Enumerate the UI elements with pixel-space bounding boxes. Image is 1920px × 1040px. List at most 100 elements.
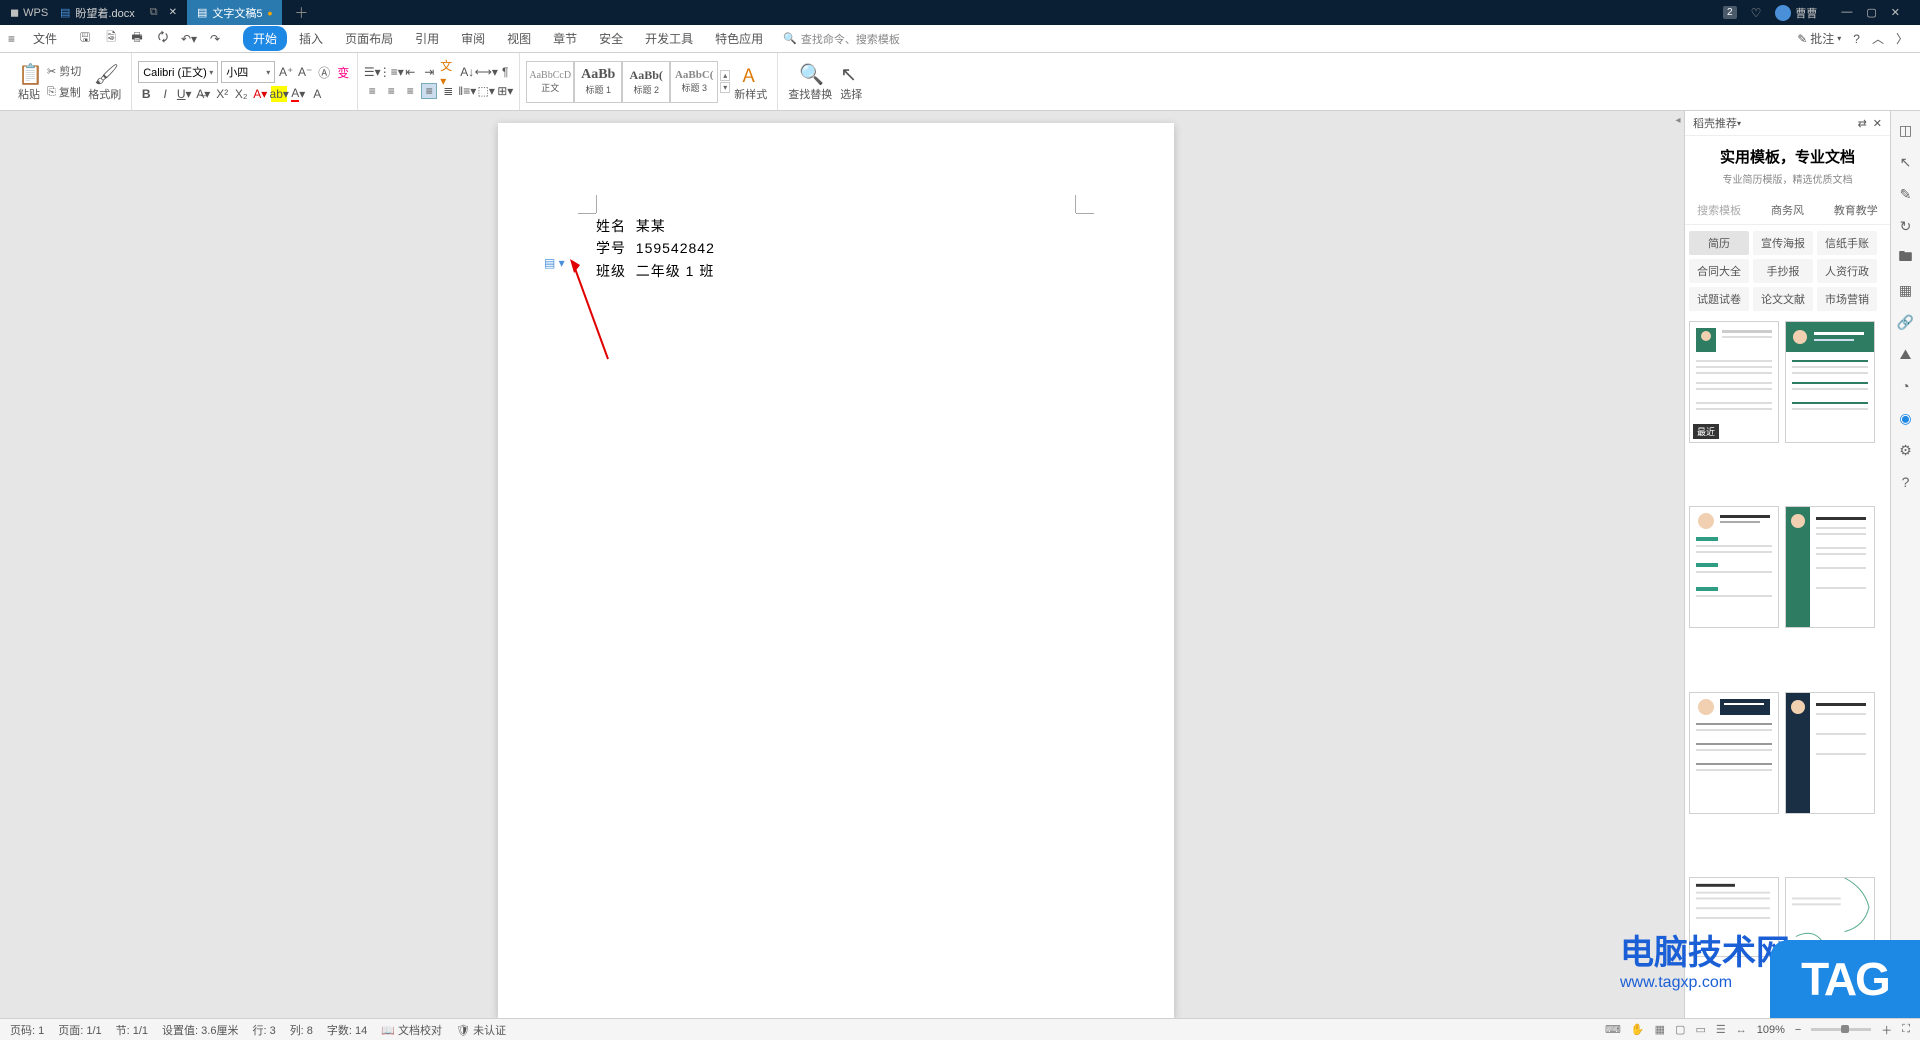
- save-icon[interactable]: 🖫: [77, 31, 93, 47]
- zoom-level[interactable]: 109%: [1757, 1024, 1785, 1036]
- template-item[interactable]: [1785, 506, 1875, 628]
- ribbon-tab-insert[interactable]: 插入: [289, 26, 333, 51]
- ribbon-tab-developer[interactable]: 开发工具: [635, 26, 703, 51]
- ribbon-tab-section[interactable]: 章节: [543, 26, 587, 51]
- status-cert[interactable]: 🛡 未认证: [456, 1022, 506, 1038]
- style-heading2[interactable]: AaBb(标题 2: [622, 61, 670, 103]
- cloud-icon[interactable]: ♡: [1751, 6, 1762, 20]
- align-center-icon[interactable]: ≡: [383, 83, 399, 99]
- cat-handout[interactable]: 手抄报: [1753, 259, 1813, 283]
- undo-history-icon[interactable]: 🗘: [155, 31, 171, 47]
- select-button[interactable]: ↖选择: [836, 62, 866, 102]
- status-col[interactable]: 列: 8: [290, 1022, 313, 1038]
- vt-settings-icon[interactable]: ⚙: [1897, 441, 1915, 459]
- subscript-icon[interactable]: X₂: [233, 86, 249, 102]
- format-painter-button[interactable]: 🖌 格式刷: [84, 62, 125, 102]
- keyboard-icon[interactable]: ⌨: [1605, 1023, 1621, 1036]
- template-item[interactable]: [1785, 321, 1875, 443]
- phonetic-icon[interactable]: 变: [335, 64, 351, 80]
- collapse-ribbon-icon[interactable]: ︿: [1872, 30, 1884, 47]
- doc-line-1[interactable]: 姓名 某某: [596, 215, 1076, 237]
- increase-indent-icon[interactable]: ⇥: [421, 64, 437, 80]
- page[interactable]: ▤ ▾ 姓名 某某 学号 159542842 班级 二年级 1 班: [498, 123, 1174, 1018]
- style-heading3[interactable]: AaBbC(标题 3: [670, 61, 718, 103]
- shading-icon[interactable]: ⬚▾: [478, 83, 494, 99]
- clear-format-icon[interactable]: Ⓐ: [316, 64, 332, 80]
- fit-width-icon[interactable]: ↔: [1736, 1024, 1747, 1036]
- vt-image-icon[interactable]: ⛰: [1897, 345, 1915, 363]
- cat-resume[interactable]: 简历: [1689, 231, 1749, 255]
- vt-refresh-icon[interactable]: ↻: [1897, 217, 1915, 235]
- show-marks-icon[interactable]: ¶: [497, 64, 513, 80]
- highlight-icon[interactable]: ab▾: [271, 86, 287, 102]
- align-justify-icon[interactable]: ≡: [421, 83, 437, 99]
- cat-hr[interactable]: 人资行政: [1817, 259, 1877, 283]
- doc-tab-2[interactable]: ▤ 文字文稿5 •: [187, 0, 282, 25]
- panel-collapse-handle[interactable]: ◂: [1672, 111, 1684, 1018]
- ribbon-tab-security[interactable]: 安全: [589, 26, 633, 51]
- shrink-font-icon[interactable]: A⁻: [297, 64, 313, 80]
- style-gallery-nav[interactable]: ▴▾: [718, 70, 730, 93]
- cat-marketing[interactable]: 市场营销: [1817, 287, 1877, 311]
- file-menu[interactable]: 文件: [23, 30, 67, 47]
- ribbon-tab-home[interactable]: 开始: [243, 26, 287, 51]
- template-item[interactable]: [1785, 692, 1875, 814]
- status-proof[interactable]: 📖 文档校对: [381, 1022, 442, 1038]
- cat-thesis[interactable]: 论文文献: [1753, 287, 1813, 311]
- cat-contract[interactable]: 合同大全: [1689, 259, 1749, 283]
- decrease-indent-icon[interactable]: ⇤: [402, 64, 418, 80]
- hamburger-icon[interactable]: ≡: [0, 32, 23, 46]
- fullscreen-icon[interactable]: ⛶: [1902, 1023, 1910, 1036]
- doc-line-3[interactable]: 班级 二年级 1 班: [596, 260, 1076, 282]
- copy-button[interactable]: ⎘复制: [44, 83, 84, 101]
- find-replace-button[interactable]: 🔍查找替换: [784, 62, 836, 102]
- close-button[interactable]: ✕: [1891, 6, 1900, 19]
- underline-icon[interactable]: U▾: [176, 86, 192, 102]
- italic-icon[interactable]: I: [157, 86, 173, 102]
- superscript-icon[interactable]: X²: [214, 86, 230, 102]
- print-preview-icon[interactable]: 🗟: [103, 31, 119, 47]
- cat-poster[interactable]: 宣传海报: [1753, 231, 1813, 255]
- grow-font-icon[interactable]: A⁺: [278, 64, 294, 80]
- numbering-icon[interactable]: ⋮≡▾: [383, 64, 399, 80]
- vt-layer-icon[interactable]: ▦: [1897, 281, 1915, 299]
- user-menu[interactable]: 曹曹: [1775, 5, 1817, 21]
- view-print-icon[interactable]: ▦: [1655, 1023, 1665, 1036]
- font-name-select[interactable]: Calibri (正文)▾: [138, 61, 218, 83]
- template-item[interactable]: [1689, 506, 1779, 628]
- status-position[interactable]: 设置值: 3.6厘米: [162, 1022, 238, 1038]
- vt-link-icon[interactable]: 🔗: [1897, 313, 1915, 331]
- panel-tab-education[interactable]: 教育教学: [1822, 196, 1890, 224]
- document-area[interactable]: ▤ ▾ 姓名 某某 学号 159542842 班级 二年级 1 班: [0, 111, 1672, 1018]
- zoom-in-icon[interactable]: ＋: [1881, 1022, 1892, 1038]
- view-web-icon[interactable]: ▭: [1695, 1023, 1705, 1036]
- distribute-icon[interactable]: ≣: [440, 83, 456, 99]
- comment-button[interactable]: ✎批注▾: [1797, 30, 1841, 47]
- text-effect-icon[interactable]: A▾: [252, 86, 268, 102]
- panel-close-icon[interactable]: ✕: [1873, 117, 1882, 130]
- status-page-no[interactable]: 页码: 1: [10, 1022, 44, 1038]
- notification-badge[interactable]: 2: [1723, 6, 1737, 19]
- ribbon-tab-layout[interactable]: 页面布局: [335, 26, 403, 51]
- zoom-out-icon[interactable]: −: [1795, 1024, 1801, 1036]
- doc-tab-1[interactable]: ▤ 盼望着.docx ⧉ ✕: [50, 0, 187, 25]
- style-normal[interactable]: AaBbCcD正文: [526, 61, 574, 103]
- template-item[interactable]: [1689, 692, 1779, 814]
- close-icon[interactable]: ✕: [169, 7, 177, 18]
- help-icon[interactable]: ?: [1853, 30, 1860, 47]
- doc-line-2[interactable]: 学号 159542842: [596, 237, 1076, 259]
- line-spacing-icon[interactable]: ‖≡▾: [459, 83, 475, 99]
- template-list[interactable]: 最近: [1685, 317, 1890, 1018]
- new-style-button[interactable]: Ａ新样式: [730, 62, 771, 102]
- bold-icon[interactable]: B: [138, 86, 154, 102]
- tab-window-icon[interactable]: ⧉: [150, 6, 158, 19]
- status-page[interactable]: 页面: 1/1: [58, 1022, 101, 1038]
- vt-chart-icon[interactable]: ◔: [1897, 377, 1915, 395]
- redo-icon[interactable]: ↷: [207, 31, 223, 47]
- vt-style-icon[interactable]: ◫: [1897, 121, 1915, 139]
- command-search[interactable]: 🔍 查找命令、搜索模板: [783, 31, 900, 47]
- font-color-icon[interactable]: A▾: [290, 86, 306, 102]
- strikethrough-icon[interactable]: A̶▾: [195, 86, 211, 102]
- maximize-button[interactable]: ▢: [1866, 6, 1876, 19]
- style-heading1[interactable]: AaBb标题 1: [574, 61, 622, 103]
